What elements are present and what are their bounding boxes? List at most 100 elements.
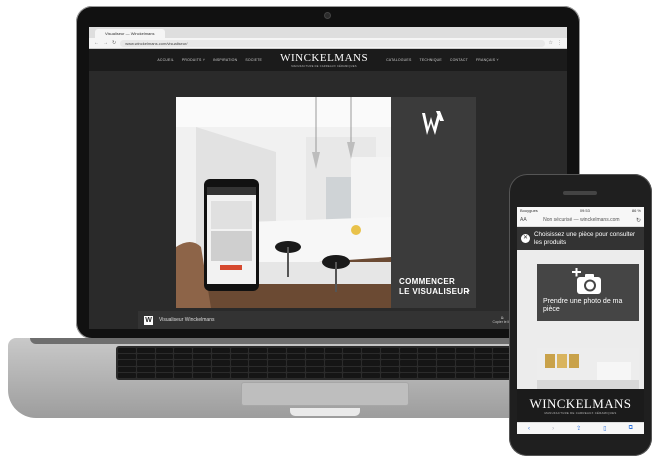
close-icon[interactable]: ✕ [521,234,530,243]
visualiser-hero[interactable]: COMMENCER LE VISUALISEUR › [176,97,476,308]
keyboard-key [268,348,286,354]
laptop-lid: Visualiseur — Winckelmans ← → ↻ www.winc… [76,6,580,339]
front-notch [290,408,360,416]
product-mockup: Visualiseur — Winckelmans ← → ↻ www.winc… [0,0,653,456]
reload-icon[interactable]: ↻ [112,40,116,46]
keyboard-key [211,366,230,372]
back-icon[interactable]: ‹ [528,426,530,432]
keyboard-key [136,366,155,372]
footer-label: Visualiseur Winckelmans [159,317,215,323]
keyboard-key [286,372,305,378]
browser-tab[interactable]: Visualiseur — Winckelmans [95,29,165,38]
browser-toolbar: ← → ↻ www.winckelmans.com/visualiseur/ ☆… [89,38,567,49]
keyboard-key [362,372,380,378]
winckelmans-logo-icon [420,109,446,139]
keyboard-key [399,372,418,378]
browser-tab-strip: Visualiseur — Winckelmans [89,27,567,38]
safari-toolbar: ‹ › ⇪ ▯ ⧉ [517,422,644,434]
keyboard-key [399,348,418,354]
keyboard-key [474,372,493,378]
keyboard [116,346,532,380]
keyboard-key [136,348,155,354]
keyboard-key [230,366,249,372]
menu-icon[interactable]: ⋮ [557,40,562,46]
keyboard-key [249,348,268,354]
keyboard-key [399,366,418,372]
back-icon[interactable]: ← [94,40,99,46]
keyboard-key [362,360,380,366]
keyboard-key [249,360,268,366]
address-bar[interactable]: www.winckelmans.com/visualiseur/ [120,39,545,47]
keyboard-key [324,354,343,360]
keyboard-key [211,348,230,354]
star-icon[interactable]: ☆ [549,40,553,46]
keyboard-key [362,354,380,360]
safari-address-bar: AA Non sécurisé — winckelmans.com ↻ [517,214,644,227]
start-visualiser-link[interactable]: COMMENCER LE VISUALISEUR [399,277,469,297]
room-chooser-title: Choisissez une pièce pour consulter les … [534,230,636,246]
keyboard-key [286,354,305,360]
room-thumbnail[interactable] [537,348,639,393]
keyboard-key [455,360,474,366]
keyboard-key [268,360,286,366]
keyboard-key [118,348,136,354]
cta-line-1: COMMENCER [399,277,456,286]
keyboard-key [305,354,324,360]
forward-icon[interactable]: › [552,426,554,432]
ios-status-bar: Bouygues 09:53 86 % [517,207,644,214]
keyboard-key [437,360,455,366]
nav-item-contact[interactable]: CONTACT [450,58,468,62]
keyboard-key [268,354,286,360]
keyboard-key [362,366,380,372]
laptop-screen: Visualiseur — Winckelmans ← → ↻ www.winc… [89,27,567,329]
keyboard-key [437,354,455,360]
site-body: COMMENCER LE VISUALISEUR › W Visualiseur… [89,71,567,329]
webcam [324,12,331,19]
phone-screen: Bouygues 09:53 86 % AA Non sécurisé — wi… [517,207,644,434]
keyboard-key [193,354,211,360]
nav-item-catalogues[interactable]: CATALOGUES [386,58,411,62]
share-icon[interactable]: ⇪ [576,425,581,432]
keyboard-key [193,360,211,366]
keyboard-key [455,354,474,360]
hero-cta-panel[interactable]: COMMENCER LE VISUALISEUR › [391,97,476,308]
keyboard-key [324,348,343,354]
phone-brand-tagline: MANUFACTURE DE CARREAUX CÉRAMIQUES [544,410,617,415]
reload-icon[interactable]: ↻ [636,217,641,224]
nav-item-societe[interactable]: SOCIETE [245,58,262,62]
chevron-right-icon[interactable]: › [466,284,470,296]
keyboard-key [118,354,136,360]
reader-aa-button[interactable]: AA [520,217,527,223]
nav-item-produits[interactable]: PRODUITS ˅ [182,58,205,62]
keyboard-key [399,354,418,360]
tabs-icon[interactable]: ⧉ [629,425,633,432]
nav-item-language[interactable]: FRANÇAIS ˅ [476,58,499,62]
nav-item-technique[interactable]: TECHNIQUE [419,58,441,62]
touchpad [241,382,409,406]
keyboard-key [455,366,474,372]
nav-right-group: CATALOGUES TECHNIQUE CONTACT FRANÇAIS ˅ [386,58,499,62]
keyboard-key [286,348,305,354]
keyboard-key [474,354,493,360]
bookmarks-icon[interactable]: ▯ [603,425,606,432]
keyboard-key [155,348,174,354]
forward-icon[interactable]: → [103,40,108,46]
site-logo[interactable]: WINCKELMANS MANUFACTURE DE CARREAUX CÉRA… [280,51,369,68]
smartphone: Bouygues 09:53 86 % AA Non sécurisé — wi… [509,174,652,456]
keyboard-key [380,348,399,354]
take-photo-card[interactable]: Prendre une photo de ma pièce [537,264,639,321]
nav-left-group: ACCUEIL PRODUITS ˅ INSPIRATION SOCIETE [157,58,262,62]
keyboard-key [343,372,362,378]
safari-url[interactable]: Non sécurisé — winckelmans.com [531,217,632,223]
nav-item-inspiration[interactable]: INSPIRATION [213,58,237,62]
keyboard-key [437,348,455,354]
keyboard-key [249,372,268,378]
keyboard-key [286,360,305,366]
footer-logo-icon: W [144,315,153,325]
keyboard-key [211,354,230,360]
keyboard-key [136,360,155,366]
brand-name: WINCKELMANS [280,51,369,64]
nav-item-accueil[interactable]: ACCUEIL [157,58,174,62]
keyboard-key [305,348,324,354]
keyboard-key [174,366,193,372]
